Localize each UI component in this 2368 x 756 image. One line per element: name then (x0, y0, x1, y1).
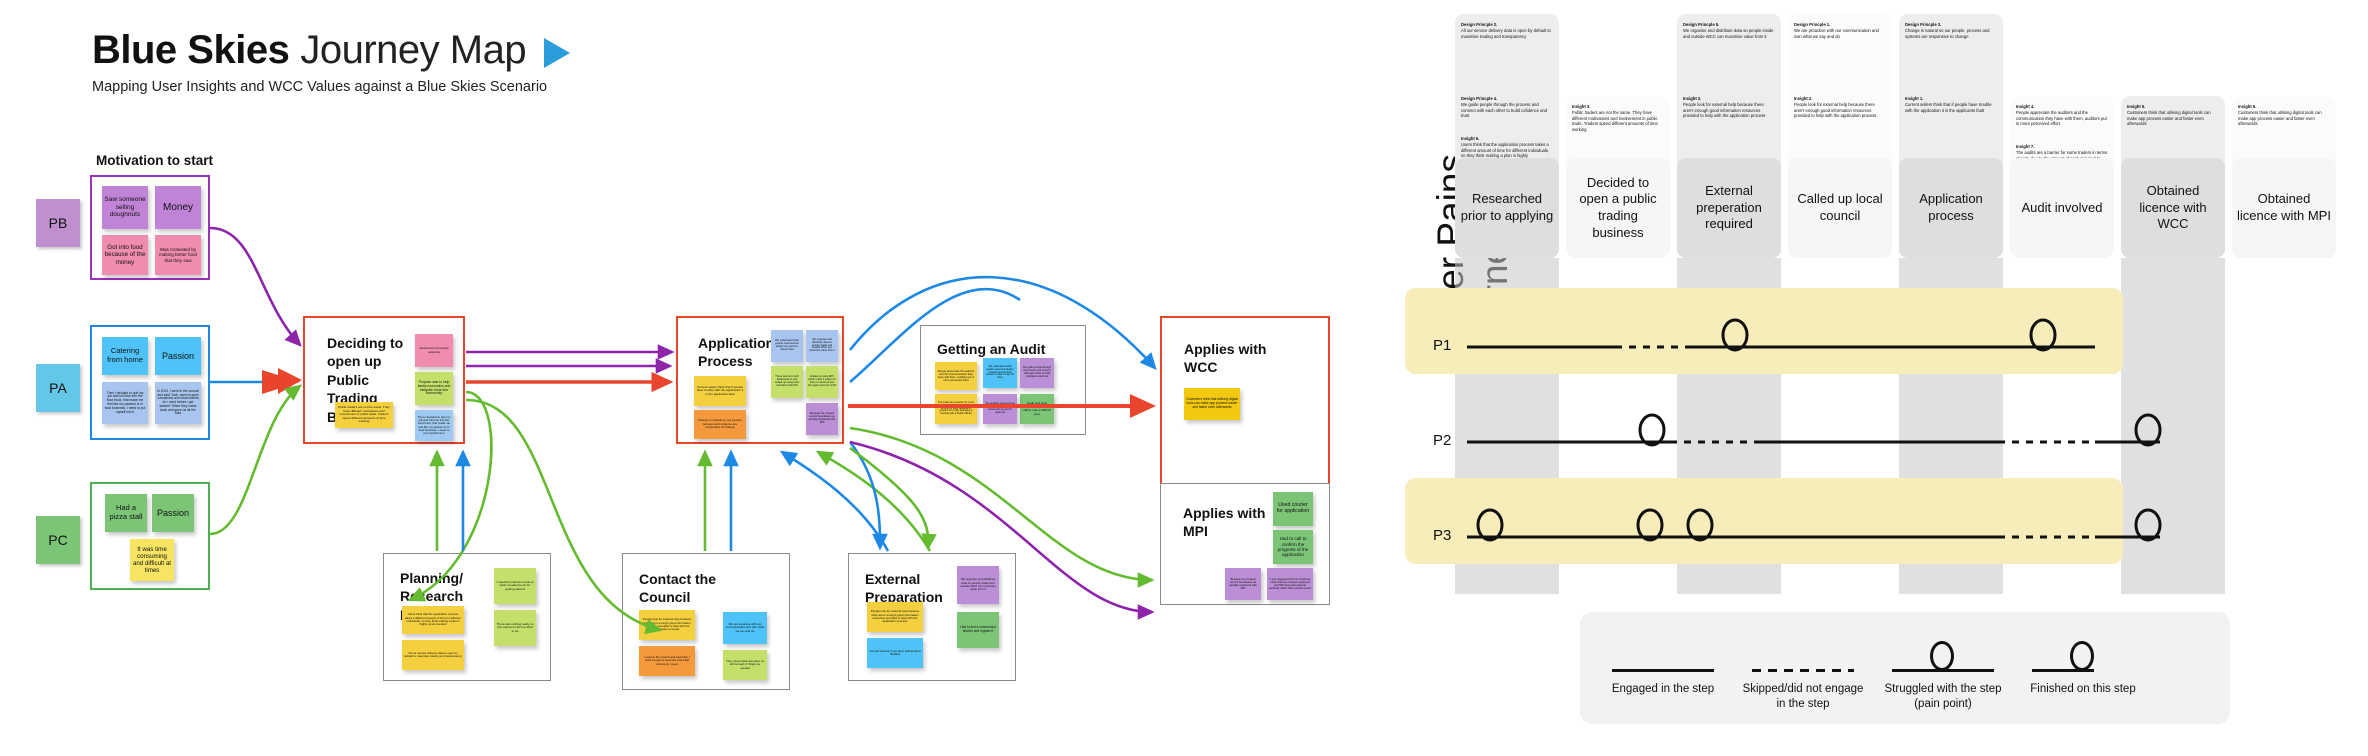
sticky-note[interactable]: Council will ask if you have kitchen/foo… (867, 638, 923, 668)
sticky-note[interactable]: The auditors came and we got all the req… (983, 394, 1017, 424)
title-bold: Blue Skies (92, 28, 290, 72)
persona-group-pc: Had a pizza stall Passion It was time co… (90, 482, 210, 590)
journey-line-p1 (1467, 318, 2095, 352)
sticky-note[interactable]: It was time consuming and difficult at t… (130, 539, 174, 581)
play-triangle-icon (544, 37, 571, 68)
sticky-note[interactable]: There was too much backwards to and ende… (771, 366, 803, 398)
sticky-note[interactable]: Purpose was to help family economics and… (415, 372, 453, 405)
sticky-note[interactable]: I went to the council and said look, I w… (639, 646, 695, 676)
legend-caption: Struggled with the step (pain point) (1884, 683, 2002, 710)
sticky-note[interactable]: Audit and food control meeting with offi… (1020, 394, 1054, 424)
persona-chip-pc[interactable]: PC (36, 516, 80, 564)
sticky-note[interactable]: People look for external help because th… (867, 602, 923, 632)
legend: Engaged in the step Skipped/did not enga… (1580, 612, 2230, 724)
page-title: Blue Skies Journey Map (92, 28, 571, 73)
stage-application-process[interactable]: Application Process Current sellers thin… (676, 316, 844, 444)
stage-contact-council[interactable]: Contact the Council (call) People look f… (622, 553, 790, 690)
sticky-note[interactable]: We organise and distribute data so peopl… (957, 566, 999, 604)
stage-planning-research[interactable]: Planning/ Research Phase Users think tha… (383, 553, 551, 681)
sticky-note[interactable]: We understand what people need and desig… (983, 358, 1017, 388)
sticky-note[interactable]: We are proactive with our communication … (723, 612, 767, 644)
loop-end-icon (2018, 634, 2148, 674)
sticky-note[interactable]: Used courier for application (1273, 492, 1313, 526)
sticky-note[interactable]: Users think that the application process… (402, 606, 464, 634)
dashed-line-icon (1738, 634, 1868, 674)
persona-chip-pb[interactable]: PB (36, 199, 80, 247)
sticky-note[interactable]: Saw someone selling doughnuts (102, 186, 148, 229)
sticky-note[interactable]: Because we crossed council boundaries we… (1225, 568, 1261, 600)
sticky-note[interactable]: People look for external help because th… (639, 610, 695, 640)
sticky-note[interactable]: There was nothing really on the internet… (494, 610, 536, 646)
stage-title: Applies with WCC (1184, 341, 1267, 376)
stage-external-preparation[interactable]: External Preparation People look for ext… (848, 553, 1016, 681)
legend-caption: Finished on this step (2030, 683, 2136, 695)
sticky-note[interactable]: Then i decided to quit my job and full t… (415, 410, 453, 441)
journey-map-canvas: Blue Skies Journey Map Mapping User Insi… (0, 0, 2368, 756)
sticky-note[interactable]: Social and community networks (415, 334, 453, 367)
journey-map-panel: User Pains Journey Map Design Princple 2… (1395, 0, 2368, 756)
sticky-note[interactable]: Public traders are not the same. They ha… (335, 402, 393, 428)
stage-applies-with-mpi[interactable]: Applies with MPI Used courier for applic… (1160, 483, 1330, 605)
sticky-note[interactable]: It just happened with our business model… (1267, 568, 1313, 600)
stage-title: Application Process (698, 335, 775, 370)
persona-group-pa: Catering from home Passion Then i decide… (90, 325, 210, 440)
sticky-note[interactable]: Passion (152, 494, 194, 532)
title-block: Blue Skies Journey Map Mapping User Insi… (92, 28, 571, 95)
page-subtitle: Mapping User Insights and WCC Values aga… (92, 79, 548, 95)
sticky-note[interactable]: Was motivated by making better food that… (155, 235, 201, 275)
sticky-note[interactable]: Had to find a commercial kitchen and reg… (957, 612, 999, 648)
motivation-label: Motivation to start (96, 153, 213, 168)
sticky-note[interactable]: All our service delivery data is open by… (402, 640, 464, 670)
sticky-note[interactable]: Passion (155, 337, 201, 375)
legend-item-engaged: Engaged in the step (1598, 634, 1728, 697)
sticky-note[interactable]: Customers think that utilising digital t… (1184, 388, 1240, 420)
loop-marker-icon (1878, 634, 2008, 674)
stage-title: Getting an Audit (937, 341, 1046, 357)
legend-caption: Skipped/did not engage in the step (1742, 683, 1864, 710)
stage-getting-an-audit[interactable]: Getting an Audit People appreciate the a… (920, 325, 1086, 435)
left-panel: Blue Skies Journey Map Mapping User Insi… (0, 0, 1395, 756)
sticky-note[interactable]: Got into food because of the money (102, 235, 148, 275)
legend-item-finished: Finished on this step (2018, 634, 2148, 697)
sticky-note[interactable]: People appreciate the auditors and the c… (935, 362, 977, 390)
solid-line-icon (1598, 634, 1728, 674)
legend-item-skipped: Skipped/did not engage in the step (1738, 634, 1868, 712)
sticky-note[interactable]: Then i decided to quit my job and full t… (102, 382, 148, 424)
sticky-note[interactable]: Current sellers think that if people hav… (694, 376, 746, 406)
sticky-note[interactable]: Catering from home (102, 337, 148, 375)
sticky-note[interactable]: Ended up using MPI which made it easier … (806, 366, 838, 398)
stage-deciding[interactable]: Deciding to open up Public Trading Busin… (303, 316, 465, 444)
stage-applies-with-wcc[interactable]: Applies with WCC Customers think that ut… (1160, 316, 1330, 488)
sticky-note[interactable]: Had to call to confirm the progress of t… (1273, 530, 1313, 564)
legend-item-struggled: Struggled with the step (pain point) (1878, 634, 2008, 712)
sticky-note[interactable]: The audits are a barrier for some trader… (935, 394, 977, 424)
sticky-note[interactable]: Money (155, 186, 201, 229)
legend-caption: Engaged in the step (1611, 683, 1715, 695)
sticky-note[interactable]: In 2013, i went to the council and said … (155, 382, 201, 424)
journey-line-p3 (1467, 508, 2162, 542)
sticky-note[interactable]: Change is natural so our people, process… (694, 410, 746, 439)
persona-group-pb: Saw someone selling doughnuts Money Got … (90, 175, 210, 280)
journey-line-p2 (1467, 413, 2162, 447)
sticky-note[interactable]: We guide people through the process and … (1020, 358, 1054, 388)
persona-chip-pa[interactable]: PA (36, 364, 80, 412)
sticky-note[interactable]: We understand what people need and we de… (771, 330, 803, 362)
sticky-note[interactable]: Because we crossed council boundaries we… (806, 403, 838, 435)
stage-title: Applies with MPI (1183, 505, 1266, 540)
sticky-note[interactable]: We organise and distribute data so peopl… (806, 330, 838, 362)
sticky-note[interactable]: I used the internet to look at what I ne… (494, 568, 536, 604)
title-light: Journey Map (300, 28, 527, 72)
sticky-note[interactable]: They came back and gave us all the load … (723, 650, 767, 680)
sticky-note[interactable]: Had a pizza stall (105, 494, 147, 532)
